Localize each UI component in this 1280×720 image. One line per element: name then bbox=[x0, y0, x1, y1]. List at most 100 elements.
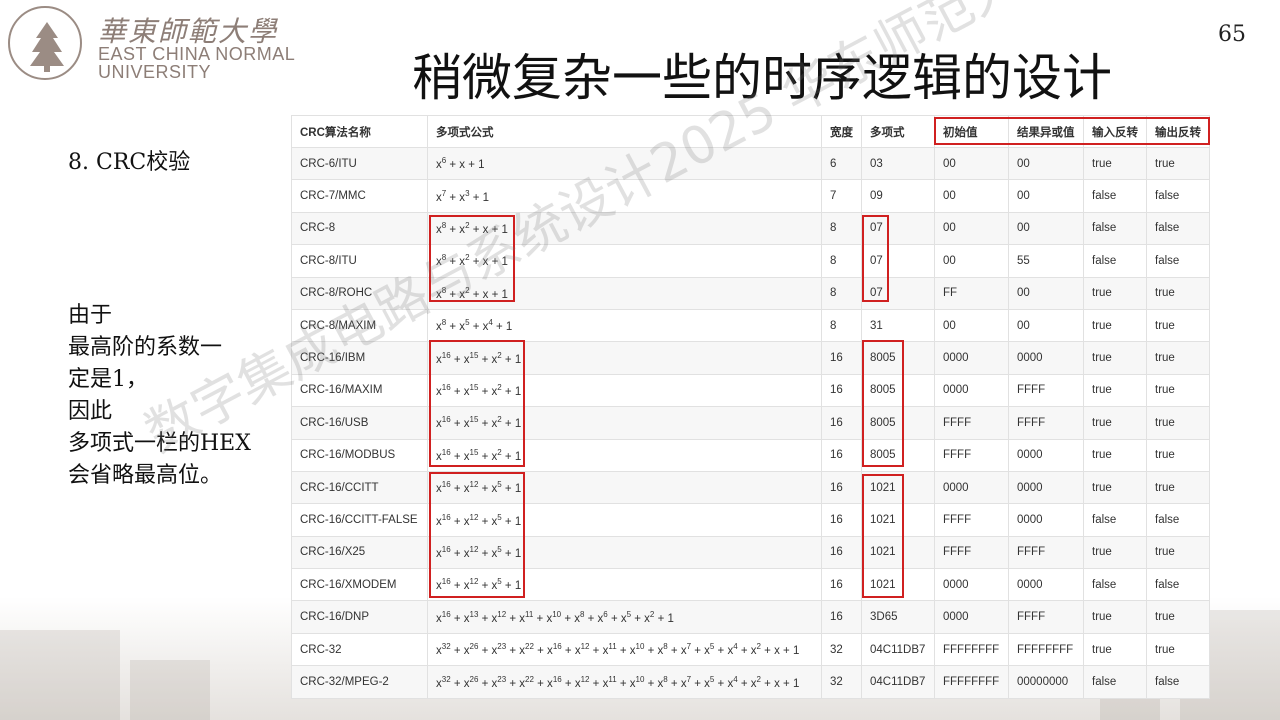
cell-refout: true bbox=[1146, 438, 1210, 472]
cell-algorithm-name: CRC-6/ITU bbox=[291, 146, 428, 181]
cell-width: 16 bbox=[821, 600, 862, 634]
cell-refin: true bbox=[1083, 600, 1147, 634]
cell-refout: true bbox=[1146, 600, 1210, 634]
cell-init: 0000 bbox=[934, 568, 1009, 602]
cell-xorout: 00 bbox=[1008, 146, 1084, 181]
cell-xorout: FFFF bbox=[1008, 535, 1084, 570]
cell-init: FFFF bbox=[934, 438, 1009, 472]
cell-init: 0000 bbox=[934, 373, 1009, 408]
cell-xorout: 00 bbox=[1008, 179, 1084, 213]
note-line: 最高阶的系数一 bbox=[68, 335, 223, 360]
cell-refout: true bbox=[1146, 308, 1210, 343]
cell-init: FFFF bbox=[934, 535, 1009, 570]
cell-xorout: FFFFFFFF bbox=[1008, 632, 1084, 667]
table-row: CRC-16/DNP x16 + x13 + x12 + x11 + x10 + … bbox=[291, 600, 1210, 634]
cell-algorithm-name: CRC-16/XMODEM bbox=[291, 568, 428, 602]
cell-algorithm-name: CRC-16/CCITT bbox=[291, 470, 428, 505]
cell-xorout: 0000 bbox=[1008, 470, 1084, 505]
cell-algorithm-name: CRC-16/MAXIM bbox=[291, 373, 428, 408]
cell-xorout: 00 bbox=[1008, 308, 1084, 343]
cell-formula: x16 + x13 + x12 + x11 + x10 + x8 + x6 + … bbox=[427, 600, 822, 634]
table-row: CRC-6/ITU x6 + x + 1 6 03 00 00 true true bbox=[291, 146, 1210, 181]
cell-refout: false bbox=[1146, 179, 1210, 213]
cell-refin: false bbox=[1083, 665, 1147, 699]
cell-refout: true bbox=[1146, 373, 1210, 408]
highlight-box-crc8-poly bbox=[862, 215, 889, 302]
cell-xorout: 55 bbox=[1008, 244, 1084, 278]
cell-algorithm-name: CRC-8/MAXIM bbox=[291, 308, 428, 343]
cell-algorithm-name: CRC-16/MODBUS bbox=[291, 438, 428, 472]
cell-refout: true bbox=[1146, 632, 1210, 667]
cell-init: 00 bbox=[934, 308, 1009, 343]
table-row: CRC-8/MAXIM x8 + x5 + x4 + 1 8 31 00 00 true tr… bbox=[291, 308, 1210, 343]
cell-formula: x7 + x3 + 1 bbox=[427, 179, 822, 213]
cell-init: 00 bbox=[934, 146, 1009, 181]
header-polynomial-hex: 多项式 bbox=[861, 115, 935, 148]
cell-width: 8 bbox=[821, 211, 862, 246]
cell-poly-hex: 04C11DB7 bbox=[861, 632, 935, 667]
cell-refin: true bbox=[1083, 308, 1147, 343]
cell-init: FFFFFFFF bbox=[934, 632, 1009, 667]
cell-algorithm-name: CRC-16/USB bbox=[291, 406, 428, 440]
highlight-box-crc16-1021-poly bbox=[862, 474, 904, 598]
cell-formula: x32 + x26 + x23 + x22 + x16 + x12 + x11 … bbox=[427, 665, 822, 699]
cell-formula: x32 + x26 + x23 + x22 + x16 + x12 + x11 … bbox=[427, 632, 822, 667]
cell-width: 16 bbox=[821, 438, 862, 472]
cell-algorithm-name: CRC-16/IBM bbox=[291, 341, 428, 375]
cell-refin: false bbox=[1083, 244, 1147, 278]
cell-refout: false bbox=[1146, 665, 1210, 699]
cell-refin: true bbox=[1083, 146, 1147, 181]
cell-poly-hex: 3D65 bbox=[861, 600, 935, 634]
cell-refin: false bbox=[1083, 211, 1147, 246]
cell-xorout: FFFF bbox=[1008, 373, 1084, 408]
cell-width: 32 bbox=[821, 632, 862, 667]
cell-refin: true bbox=[1083, 406, 1147, 440]
cell-algorithm-name: CRC-8 bbox=[291, 211, 428, 246]
cell-width: 16 bbox=[821, 373, 862, 408]
cell-refout: true bbox=[1146, 341, 1210, 375]
cell-formula: x6 + x + 1 bbox=[427, 146, 822, 181]
cell-init: FF bbox=[934, 276, 1009, 310]
cell-width: 16 bbox=[821, 535, 862, 570]
highlight-box-crc16-8005-poly bbox=[862, 340, 904, 467]
note-line: 定是1， bbox=[68, 367, 148, 392]
university-seal-icon bbox=[8, 6, 82, 80]
cell-algorithm-name: CRC-8/ROHC bbox=[291, 276, 428, 310]
cell-poly-hex: 03 bbox=[861, 146, 935, 181]
cell-xorout: FFFF bbox=[1008, 600, 1084, 634]
cell-width: 16 bbox=[821, 470, 862, 505]
cell-formula: x8 + x5 + x4 + 1 bbox=[427, 308, 822, 343]
cell-refout: true bbox=[1146, 276, 1210, 310]
cell-algorithm-name: CRC-16/DNP bbox=[291, 600, 428, 634]
cell-refin: true bbox=[1083, 632, 1147, 667]
cell-refin: false bbox=[1083, 503, 1147, 537]
header-polynomial-formula: 多项式公式 bbox=[427, 115, 822, 148]
cell-refin: true bbox=[1083, 438, 1147, 472]
cell-xorout: 0000 bbox=[1008, 568, 1084, 602]
university-logo: 華東師範大學 EAST CHINA NORMAL UNIVERSITY bbox=[8, 6, 298, 82]
cell-refin: true bbox=[1083, 276, 1147, 310]
cell-refout: true bbox=[1146, 406, 1210, 440]
cell-algorithm-name: CRC-16/CCITT-FALSE bbox=[291, 503, 428, 537]
cell-refin: false bbox=[1083, 568, 1147, 602]
explanation-note: 由于 最高阶的系数一 定是1， 因此 多项式一栏的HEX 会省略最高位。 bbox=[68, 300, 298, 492]
cell-xorout: FFFF bbox=[1008, 406, 1084, 440]
slide-title: 稍微复杂一些的时序逻辑的设计 bbox=[412, 49, 1112, 107]
cell-width: 6 bbox=[821, 146, 862, 181]
cell-refout: true bbox=[1146, 470, 1210, 505]
cell-poly-hex: 31 bbox=[861, 308, 935, 343]
cell-xorout: 00 bbox=[1008, 276, 1084, 310]
cell-refout: false bbox=[1146, 244, 1210, 278]
cell-refout: false bbox=[1146, 568, 1210, 602]
table-row: CRC-7/MMC x7 + x3 + 1 7 09 00 00 false false bbox=[291, 179, 1210, 213]
cell-init: 00 bbox=[934, 179, 1009, 213]
cell-width: 32 bbox=[821, 665, 862, 699]
cell-init: 00 bbox=[934, 211, 1009, 246]
note-line: 多项式一栏的HEX bbox=[68, 431, 251, 456]
table-row: CRC-32 x32 + x26 + x23 + x22 + x16 + x12 … bbox=[291, 632, 1210, 667]
header-width: 宽度 bbox=[821, 115, 862, 148]
cell-xorout: 00 bbox=[1008, 211, 1084, 246]
cell-xorout: 0000 bbox=[1008, 503, 1084, 537]
cell-width: 7 bbox=[821, 179, 862, 213]
cell-width: 8 bbox=[821, 244, 862, 278]
